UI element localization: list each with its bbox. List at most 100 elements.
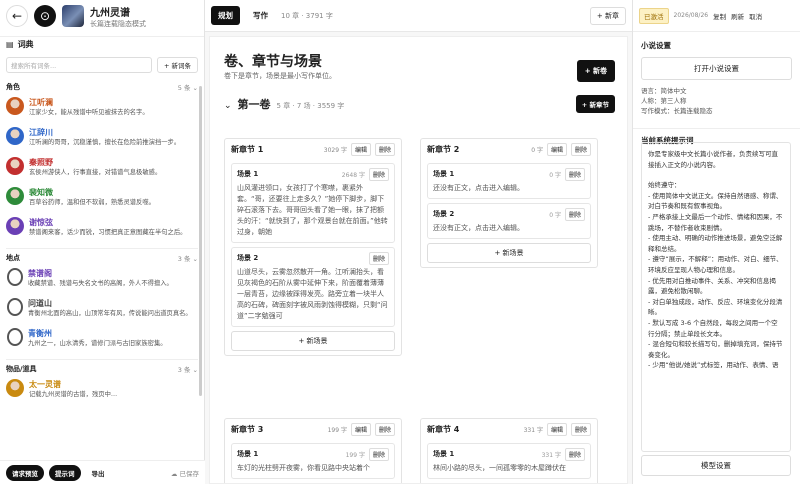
cancel-link[interactable]: 取消 <box>749 11 762 21</box>
chapter-count: 199 字 <box>327 426 347 434</box>
refresh-link[interactable]: 刷新 <box>731 11 744 21</box>
chevron-down-icon: ⌄ <box>192 84 198 92</box>
delete-scene-button[interactable]: 删除 <box>368 251 389 265</box>
new-entry-button[interactable]: + 新词条 <box>156 57 198 73</box>
group-header[interactable]: 地点 3 条 ⌄ <box>0 251 204 265</box>
chapter-card[interactable]: 新章节 4 331 字 编辑 删除 场景 1 331 字 删除 林间小路的尽头，… <box>420 418 598 483</box>
scene-card[interactable]: 场景 2 0 字 删除 还没有正文，点击进入编辑。 <box>427 203 591 239</box>
scene-excerpt: 林间小路的尽头，一间孤零零的木屋蹲伏在 <box>433 464 566 472</box>
arrow-left-icon: ← <box>11 9 23 23</box>
request-preview-button[interactable]: 请求预览 <box>6 464 44 481</box>
edit-chapter-button[interactable]: 编辑 <box>546 142 567 156</box>
panel-subtitle: 卷下是章节，场景是最小写作单位。 <box>224 72 336 80</box>
delete-chapter-button[interactable]: 删除 <box>570 422 591 436</box>
scene-card[interactable]: 场景 1 0 字 删除 还没有正文，点击进入编辑。 <box>427 163 591 199</box>
dictionary-entry[interactable]: 禁谱阁 收藏禁谱、残谱与失名文书的高阁，外人不得擅入。 <box>0 265 204 295</box>
volume-meta: 5 章 · 7 场 · 3559 字 <box>276 102 345 110</box>
novel-title: 九州灵谱 <box>90 7 130 19</box>
entry-name: 太一灵谱 <box>29 380 61 389</box>
book-icon: ▤ <box>6 40 14 49</box>
scene-card[interactable]: 场景 1 331 字 删除 林间小路的尽头，一间孤零零的木屋蹲伏在 <box>427 443 591 479</box>
delete-scene-button[interactable]: 删除 <box>368 167 389 181</box>
scene-name: 场景 1 <box>237 450 259 458</box>
scene-count: 331 字 <box>541 451 561 459</box>
chapter-card[interactable]: 新章节 2 0 字 编辑 删除 场景 1 0 字 删除 还没有正文，点击进入编辑… <box>420 138 598 268</box>
chapter-count: 331 字 <box>523 426 543 434</box>
novel-settings-title: 小说设置 <box>641 41 671 50</box>
chapter-card[interactable]: 新章节 3 199 字 编辑 删除 场景 1 199 字 删除 车灯的光柱劈开夜… <box>224 418 402 483</box>
dictionary-entry[interactable]: 青衡州 九州之一，山水清秀，谱修门派与古旧家族密集。 <box>0 325 204 355</box>
chapter-card[interactable]: 新章节 1 3029 字 编辑 删除 场景 1 2648 字 删除 山风灌进领口… <box>224 138 402 356</box>
group-name: 物品/道具 <box>6 365 37 373</box>
scene-card[interactable]: 场景 1 2648 字 删除 山风灌进领口，女孩打了个寒噤，裹紧外套。“哥，还要… <box>231 163 395 243</box>
group-header[interactable]: 物品/道具 3 条 ⌄ <box>0 362 204 376</box>
dictionary-entry[interactable]: 江辞川 江听澜的哥哥，沉稳谨慎，擅长在危险前推演挡一步。 <box>0 124 204 154</box>
novel-info: 语言：简体中文 人称：第三人称 写作模式：长篇连载隐态 <box>633 86 800 116</box>
add-scene-button[interactable]: + 新场景 <box>427 243 591 263</box>
dictionary-entry[interactable]: 问道山 青衡州北面的高山，山顶常年有风，传说能问出道页真名。 <box>0 295 204 325</box>
prompt-text: 你是专家级中文长篇小说作者，负责续写可直接插入正文的小说内容。 <box>648 150 778 169</box>
edit-chapter-button[interactable]: 编辑 <box>546 422 567 436</box>
circle-icon: ⊙ <box>39 9 51 23</box>
new-chapter-button[interactable]: + 新章 <box>589 6 626 25</box>
location-pin-icon <box>7 328 23 346</box>
entry-desc: 禁谱阁来客，话少而锐，习惯把真正意图藏在半句之后。 <box>29 229 187 236</box>
dictionary-entry[interactable]: 裴知微 百草谷药师，温和但不软弱，熟悉灵谱反噬。 <box>0 184 204 214</box>
chevron-down-icon: ⌄ <box>192 366 198 374</box>
delete-scene-button[interactable]: 删除 <box>564 207 585 221</box>
group-header[interactable]: 角色 5 条 ⌄ <box>0 80 204 94</box>
tab-writing[interactable]: 写作 <box>246 6 275 25</box>
entry-desc: 玄侯州游侠人，行事直接，对错谱气息极敏感。 <box>29 169 162 176</box>
dictionary-entry[interactable]: 太一灵谱记载九州灵谱的古谱，残页中… <box>0 376 204 406</box>
scene-excerpt: 山风灌进领口，女孩打了个寒噤，裹紧外套。“哥，还要往上走多久？”她停下脚步，脚下… <box>237 184 388 236</box>
back-button[interactable]: ← <box>6 5 28 27</box>
group-count-label: 5 条 <box>177 84 191 92</box>
copy-link[interactable]: 复制 <box>713 11 726 21</box>
delete-scene-button[interactable]: 删除 <box>368 447 389 461</box>
scene-count: 0 字 <box>549 211 561 219</box>
system-prompt-box[interactable]: 你是专家级中文长篇小说作者，负责续写可直接插入正文的小说内容。 始终遵守： - … <box>641 142 791 452</box>
sidebar-scrollbar[interactable] <box>199 86 202 396</box>
chapter-count: 0 字 <box>531 146 543 154</box>
delete-chapter-button[interactable]: 删除 <box>374 142 395 156</box>
open-settings-button[interactable]: 打开小说设置 <box>641 57 792 80</box>
add-scene-button[interactable]: + 新场景 <box>231 331 395 351</box>
word-count: 10 章 · 3791 字 <box>281 11 333 20</box>
delete-scene-button[interactable]: 删除 <box>564 447 585 461</box>
volume-header[interactable]: ⌄ 第一卷 5 章 · 7 场 · 3559 字 <box>224 96 344 112</box>
edit-chapter-button[interactable]: 编辑 <box>350 142 371 156</box>
scene-name: 场景 2 <box>237 254 259 262</box>
delete-scene-button[interactable]: 删除 <box>564 167 585 181</box>
edit-chapter-button[interactable]: 编辑 <box>350 422 371 436</box>
scene-name: 场景 2 <box>433 210 455 218</box>
tab-planning[interactable]: 规划 <box>211 6 240 25</box>
entry-name: 秦照野 <box>29 158 53 167</box>
menu-button[interactable]: ⊙ <box>34 5 56 27</box>
novel-cover <box>62 5 84 27</box>
save-status-label: 已保存 <box>179 469 200 478</box>
dictionary-entry[interactable]: 秦照野玄侯州游侠人，行事直接，对错谱气息极敏感。 <box>0 154 204 184</box>
dictionary-entry[interactable]: 谢惊弦 禁谱阁来客，话少而锐，习惯把真正意图藏在半句之后。 <box>0 214 204 244</box>
entry-desc: 收藏禁谱、残谱与失名文书的高阁，外人不得擅入。 <box>28 280 173 287</box>
export-button[interactable]: 导出 <box>85 464 111 481</box>
model-settings-button[interactable]: 模型设置 <box>641 455 791 476</box>
new-section-button[interactable]: + 新章节 <box>575 95 615 113</box>
scene-card[interactable]: 场景 2 删除 山道尽头，云雾忽然散开一角。江听澜抬头，看见灰褐色的石阶从雾中延… <box>231 247 395 327</box>
scene-excerpt: 山道尽头，云雾忽然散开一角。江听澜抬头，看见灰褐色的石阶从雾中延伸下来，阶面覆着… <box>237 268 388 320</box>
entry-desc: 江听澜的哥哥，沉稳谨慎，擅长在危险前推演挡一步。 <box>29 139 181 146</box>
status-date: 2026/08/26 <box>673 12 709 19</box>
delete-chapter-button[interactable]: 删除 <box>374 422 395 436</box>
novel-mode: 长篇连载隐态模式 <box>90 19 146 28</box>
prompt-button[interactable]: 提示词 <box>49 464 81 481</box>
scene-card[interactable]: 场景 1 199 字 删除 车灯的光柱劈开夜雾，你看见路中央站着个 <box>231 443 395 479</box>
structure-panel: 卷、章节与场景 卷下是章节，场景是最小写作单位。 + 新卷 ⌄ 第一卷 5 章 … <box>209 36 628 484</box>
dictionary-search-input[interactable]: 搜索所有词条... <box>6 57 152 73</box>
group-divider <box>6 248 198 249</box>
dictionary-entry[interactable]: 江听澜 江家少女，能从残谱中听见被抹去的名字。 <box>0 94 204 124</box>
entry-name: 问道山 <box>28 299 52 308</box>
delete-chapter-button[interactable]: 删除 <box>570 142 591 156</box>
new-volume-button[interactable]: + 新卷 <box>576 60 615 82</box>
entry-desc: 记载九州灵谱的古谱，残页中… <box>29 391 118 398</box>
entry-name: 江听澜 <box>29 98 53 107</box>
entry-desc: 百草谷药师，温和但不软弱，熟悉灵谱反噬。 <box>29 199 155 206</box>
